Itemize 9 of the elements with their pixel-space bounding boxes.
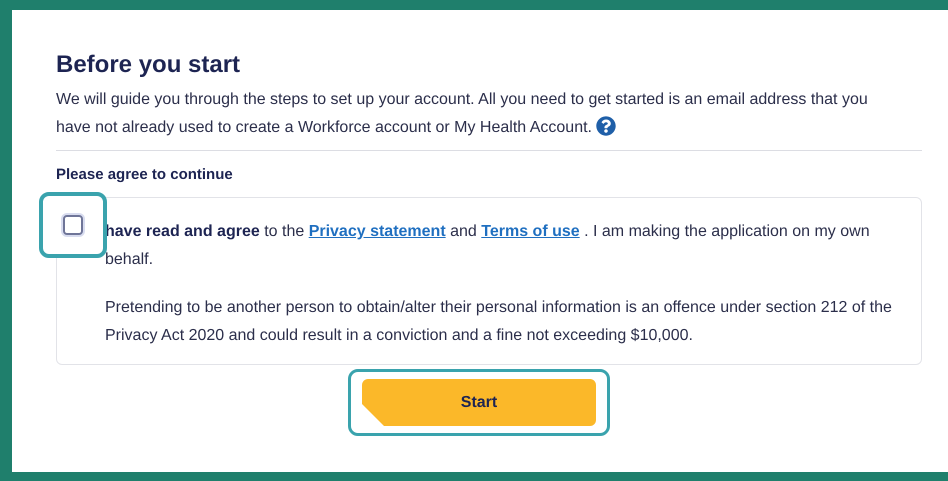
page-title: Before you start: [56, 50, 242, 80]
help-icon[interactable]: [596, 116, 616, 136]
start-button[interactable]: Start: [362, 379, 596, 426]
warning-text: Pretending to be another person to obtain/alter their personal information is an offence under section 212 of the Privacy Act 2020 and could result in a conviction and a fine not exceeding $10,000.: [105, 298, 893, 346]
checkbox[interactable]: [39, 192, 107, 258]
section-heading: Please agree to continue: [56, 165, 234, 185]
privacy-statement-link[interactable]: Privacy statement: [308, 223, 446, 240]
terms-of-use-link[interactable]: Terms of use: [481, 223, 580, 240]
intro-text: We will guide you through the steps to set up your account. All you need to get started is an email address that you have not already used to create a Workforce account or My Health Account.: [56, 90, 869, 138]
